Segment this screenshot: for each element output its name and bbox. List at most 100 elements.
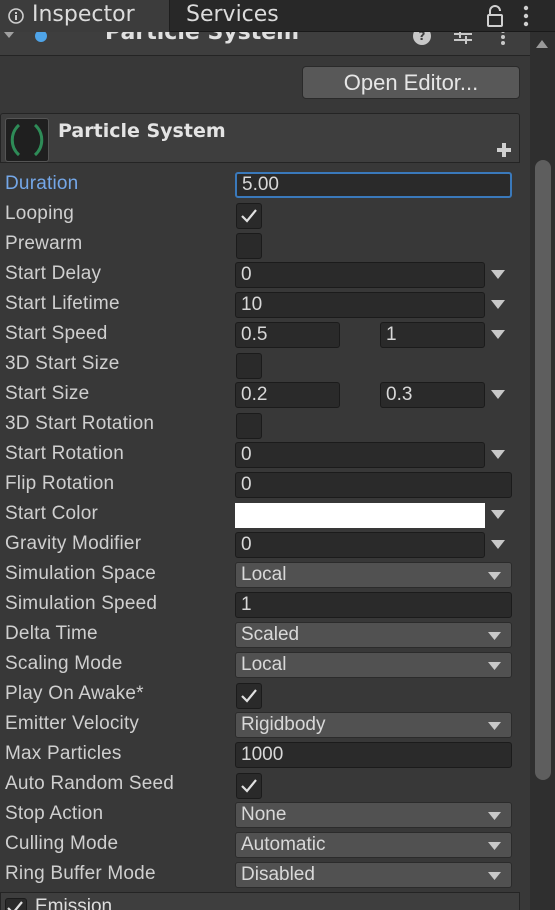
particle-system-thumbnail xyxy=(5,118,49,162)
row-prewarm: Prewarm xyxy=(0,230,520,260)
help-icon[interactable]: ? xyxy=(412,32,432,46)
start-rotation-field[interactable]: 0 xyxy=(235,442,485,468)
scaling-mode-dropdown[interactable]: Local xyxy=(235,652,512,678)
tab-services-label: Services xyxy=(186,2,279,27)
scroll-up-arrow-icon[interactable] xyxy=(536,40,548,48)
chevron-down-icon xyxy=(488,872,501,880)
preset-icon[interactable] xyxy=(452,32,474,46)
tab-inspector-label: Inspector xyxy=(32,2,135,27)
play-on-awake-label: Play On Awake* xyxy=(5,683,144,704)
svg-text:?: ? xyxy=(419,32,426,43)
curve-mode-dropdown-icon[interactable] xyxy=(491,300,505,310)
stop-action-dropdown[interactable]: None xyxy=(235,802,512,828)
start-speed-min-field[interactable]: 0.5 xyxy=(235,322,340,348)
component-header[interactable]: Particle System ? xyxy=(0,32,530,56)
module-title: Particle System xyxy=(58,120,226,142)
duration-field[interactable]: 5.00 xyxy=(235,172,512,198)
lock-icon[interactable] xyxy=(486,5,504,27)
auto-random-seed-checkbox[interactable] xyxy=(236,773,262,799)
emitter-velocity-label: Emitter Velocity xyxy=(5,713,140,734)
row-culling-mode: Culling Mode Automatic xyxy=(0,830,520,860)
ring-buffer-mode-label: Ring Buffer Mode xyxy=(5,863,156,884)
component-menu-icon[interactable] xyxy=(498,32,508,46)
emitter-velocity-dropdown[interactable]: Rigidbody xyxy=(235,712,512,738)
row-scaling-mode: Scaling Mode Local xyxy=(0,650,520,680)
row-emitter-velocity: Emitter Velocity Rigidbody xyxy=(0,710,520,740)
3d-start-size-checkbox[interactable] xyxy=(236,353,262,379)
chevron-down-icon xyxy=(488,632,501,640)
module-header[interactable]: Particle System xyxy=(0,113,520,163)
scrollbar-thumb[interactable] xyxy=(535,160,551,780)
checkmark-icon xyxy=(241,209,257,223)
3d-start-rotation-checkbox[interactable] xyxy=(236,413,262,439)
chevron-down-icon xyxy=(488,572,501,580)
emission-checkbox[interactable] xyxy=(5,898,27,910)
3d-start-rotation-label: 3D Start Rotation xyxy=(5,413,155,434)
ring-buffer-mode-dropdown[interactable]: Disabled xyxy=(235,862,512,888)
open-editor-button[interactable]: Open Editor... xyxy=(302,66,520,99)
start-speed-label: Start Speed xyxy=(5,323,108,344)
start-size-max-field[interactable]: 0.3 xyxy=(380,382,485,408)
curve-mode-dropdown-icon[interactable] xyxy=(491,450,505,460)
duration-label: Duration xyxy=(5,173,79,194)
row-duration: Duration 5.00 xyxy=(0,170,520,200)
row-start-color: Start Color xyxy=(0,500,520,530)
play-on-awake-checkbox[interactable] xyxy=(236,683,262,709)
start-rotation-label: Start Rotation xyxy=(5,443,124,464)
looping-label: Looping xyxy=(5,203,75,224)
particle-system-icon xyxy=(35,32,47,42)
foldout-arrow-icon[interactable] xyxy=(4,32,14,42)
chevron-down-icon xyxy=(488,812,501,820)
simulation-speed-field[interactable]: 1 xyxy=(235,592,512,618)
scaling-mode-value: Local xyxy=(241,654,287,675)
start-lifetime-label: Start Lifetime xyxy=(5,293,120,314)
plus-icon[interactable] xyxy=(497,143,511,157)
curve-mode-dropdown-icon[interactable] xyxy=(491,270,505,280)
prewarm-checkbox[interactable] xyxy=(236,233,262,259)
row-gravity-modifier: Gravity Modifier 0 xyxy=(0,530,520,560)
simulation-space-label: Simulation Space xyxy=(5,563,157,584)
max-particles-field[interactable]: 1000 xyxy=(235,742,512,768)
delta-time-value: Scaled xyxy=(241,624,300,645)
curve-mode-dropdown-icon[interactable] xyxy=(491,330,505,340)
row-start-speed: Start Speed 0.5 1 xyxy=(0,320,520,350)
row-simulation-speed: Simulation Speed 1 xyxy=(0,590,520,620)
stop-action-label: Stop Action xyxy=(5,803,104,824)
delta-time-dropdown[interactable]: Scaled xyxy=(235,622,512,648)
color-mode-dropdown-icon[interactable] xyxy=(491,510,505,520)
start-speed-max-field[interactable]: 1 xyxy=(380,322,485,348)
looping-checkbox[interactable] xyxy=(236,203,262,229)
curve-mode-dropdown-icon[interactable] xyxy=(491,390,505,400)
tab-bar: Inspector Services xyxy=(0,0,555,32)
start-delay-field[interactable]: 0 xyxy=(235,262,485,288)
kebab-menu-icon[interactable] xyxy=(520,4,532,28)
row-flip-rotation: Flip Rotation 0 xyxy=(0,470,520,500)
tab-services[interactable]: Services xyxy=(186,0,279,32)
flip-rotation-field[interactable]: 0 xyxy=(235,472,512,498)
simulation-speed-label: Simulation Speed xyxy=(5,593,158,614)
row-ring-buffer-mode: Ring Buffer Mode Disabled xyxy=(0,860,520,890)
start-size-min-field[interactable]: 0.2 xyxy=(235,382,340,408)
emission-module-header[interactable]: Emission xyxy=(0,892,520,910)
prewarm-label: Prewarm xyxy=(5,233,83,254)
row-start-lifetime: Start Lifetime 10 xyxy=(0,290,520,320)
simulation-space-dropdown[interactable]: Local xyxy=(235,562,512,588)
curve-mode-dropdown-icon[interactable] xyxy=(491,540,505,550)
ring-buffer-mode-value: Disabled xyxy=(241,864,315,885)
gravity-modifier-label: Gravity Modifier xyxy=(5,533,142,554)
row-start-rotation: Start Rotation 0 xyxy=(0,440,520,470)
checkmark-icon xyxy=(241,779,257,793)
tab-inspector[interactable]: Inspector xyxy=(0,0,170,32)
start-size-label: Start Size xyxy=(5,383,90,404)
start-color-swatch[interactable] xyxy=(235,503,485,528)
start-lifetime-field[interactable]: 10 xyxy=(235,292,485,318)
gravity-modifier-field[interactable]: 0 xyxy=(235,532,485,558)
stop-action-value: None xyxy=(241,804,287,825)
flip-rotation-label: Flip Rotation xyxy=(5,473,115,494)
chevron-down-icon xyxy=(488,842,501,850)
culling-mode-dropdown[interactable]: Automatic xyxy=(235,832,512,858)
chevron-down-icon xyxy=(488,722,501,730)
vertical-scrollbar[interactable] xyxy=(530,32,555,910)
row-looping: Looping xyxy=(0,200,520,230)
row-play-on-awake: Play On Awake* xyxy=(0,680,520,710)
